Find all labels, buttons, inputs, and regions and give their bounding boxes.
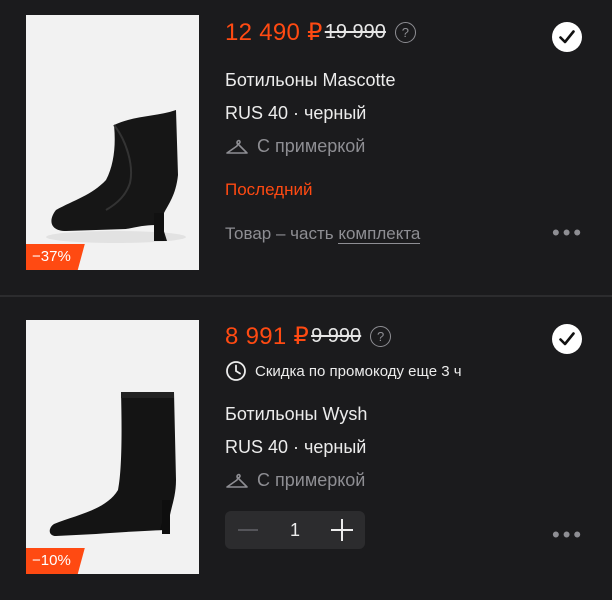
cart-item: −10% 8 991 ₽ 9 990 ? Скидка по промокоду… xyxy=(0,298,612,600)
current-price: 8 991 ₽ xyxy=(225,323,310,350)
status-label: Последний xyxy=(225,180,313,199)
question-circle-icon[interactable]: ? xyxy=(370,326,392,347)
boot-image xyxy=(26,320,199,574)
product-name[interactable]: Ботильоны Mascotte xyxy=(225,70,396,91)
price-row: 8 991 ₽ 9 990 ? xyxy=(225,322,392,351)
size-color: RUS 40 · черный xyxy=(225,103,367,123)
minus-icon xyxy=(238,529,258,531)
promo-timer: Скидка по промокоду еще 3 ч xyxy=(225,360,462,382)
fitting-label: С примеркой xyxy=(257,470,366,490)
fitting-row: С примеркой xyxy=(225,470,365,491)
product-name[interactable]: Ботильоны Wysh xyxy=(225,404,367,425)
discount-badge: −37% xyxy=(26,244,85,270)
product-image[interactable]: −37% xyxy=(26,15,199,270)
more-options-icon[interactable]: ••• xyxy=(552,222,584,244)
question-circle-icon[interactable]: ? xyxy=(394,22,416,43)
plus-icon xyxy=(331,519,353,541)
divider xyxy=(0,295,612,297)
hanger-icon xyxy=(226,140,248,155)
price-row: 12 490 ₽ 19 990 ? xyxy=(225,18,416,47)
cart-item: −37% 12 490 ₽ 19 990 ? Ботильоны Mascott… xyxy=(0,0,612,296)
more-options-icon[interactable]: ••• xyxy=(552,524,584,546)
quantity-stepper: 1 xyxy=(225,511,365,549)
kit-prefix: Товар – часть xyxy=(225,224,339,243)
hanger-icon xyxy=(226,474,248,489)
boot-image xyxy=(26,15,199,270)
promo-label: Скидка по промокоду еще 3 ч xyxy=(255,362,462,380)
increase-button[interactable] xyxy=(319,511,365,549)
checkmark-icon xyxy=(559,332,575,346)
clock-icon xyxy=(226,361,246,381)
select-checkbox[interactable] xyxy=(552,324,582,354)
current-price: 12 490 ₽ xyxy=(225,19,323,46)
old-price: 9 990 xyxy=(311,325,362,347)
quantity-value[interactable]: 1 xyxy=(271,520,319,541)
decrease-button[interactable] xyxy=(225,511,271,549)
fitting-label: С примеркой xyxy=(257,136,366,156)
product-image[interactable]: −10% xyxy=(26,320,199,574)
discount-badge: −10% xyxy=(26,548,85,574)
select-checkbox[interactable] xyxy=(552,22,582,52)
kit-row: Товар – часть комплекта xyxy=(225,224,421,244)
checkmark-icon xyxy=(559,30,575,44)
size-color: RUS 40 · черный xyxy=(225,437,367,457)
kit-link[interactable]: комплекта xyxy=(338,224,421,244)
old-price: 19 990 xyxy=(324,21,386,43)
fitting-row: С примеркой xyxy=(225,136,365,157)
